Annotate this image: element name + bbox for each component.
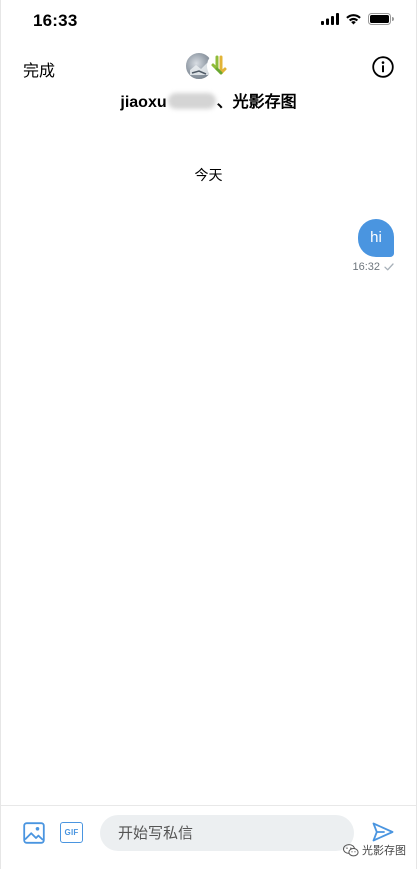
- done-button[interactable]: 完成: [23, 57, 55, 81]
- checkmark-icon: [384, 263, 394, 271]
- wechat-icon: [343, 843, 359, 856]
- avatar: [207, 52, 233, 80]
- image-icon[interactable]: [23, 822, 45, 844]
- status-time: 16:33: [33, 11, 78, 30]
- message-timestamp: 16:32: [352, 261, 380, 273]
- participant-avatars[interactable]: [185, 52, 235, 80]
- dm-conversation-screen: 16:33 完成 jiaoxu 、光影存图 今天 hi 16:32 GIF 开始…: [0, 0, 417, 869]
- conversation-header: 完成 jiaoxu 、光影存图: [1, 44, 416, 114]
- message-composer: GIF 光影存图: [1, 805, 416, 869]
- watermark: 光影存图: [343, 842, 406, 858]
- gif-button[interactable]: GIF: [60, 822, 83, 843]
- gif-label: GIF: [64, 828, 79, 837]
- message-bubble-outgoing[interactable]: hi: [358, 219, 394, 257]
- date-divider: 今天: [194, 167, 223, 183]
- title-participant-name: jiaoxu: [120, 94, 167, 111]
- message-meta: 16:32: [352, 261, 394, 273]
- message-input[interactable]: [100, 815, 354, 851]
- redacted-name-blur: [167, 93, 216, 109]
- battery-icon: [368, 13, 394, 25]
- download-arrow-logo-icon: [211, 55, 227, 75]
- send-icon[interactable]: [372, 822, 394, 842]
- title-participant-rest: 、光影存图: [216, 94, 297, 111]
- watermark-text: 光影存图: [362, 845, 406, 857]
- status-bar: 16:33: [1, 0, 416, 40]
- info-circle-icon[interactable]: [372, 56, 394, 78]
- wifi-icon: [346, 14, 361, 25]
- conversation-title: jiaoxu 、光影存图: [1, 88, 416, 112]
- status-icons: [321, 13, 394, 25]
- cellular-signal-icon: [321, 13, 339, 25]
